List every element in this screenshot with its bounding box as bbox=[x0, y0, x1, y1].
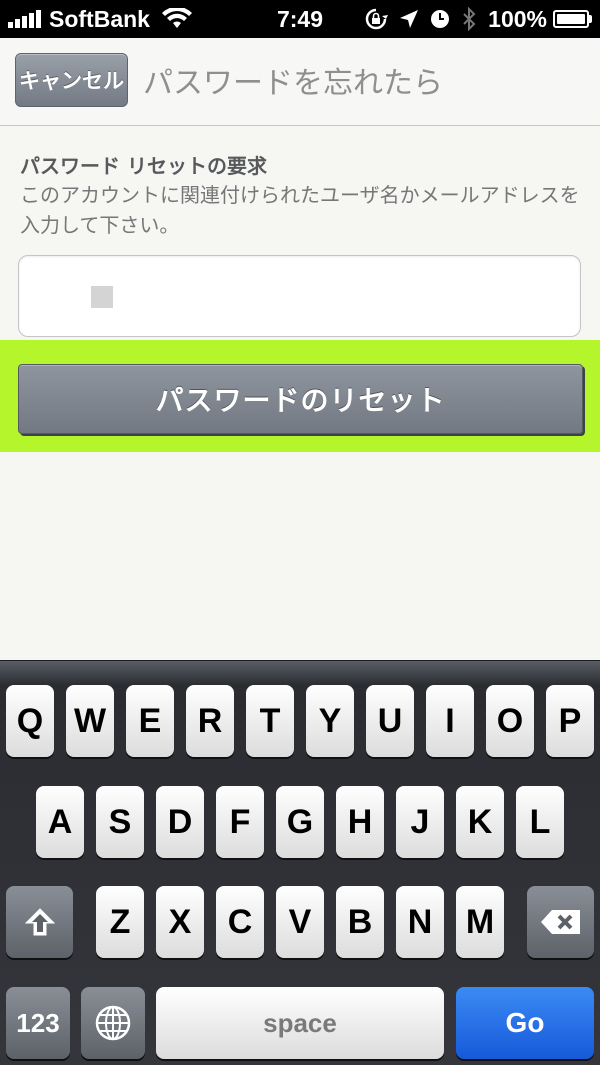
shift-icon bbox=[24, 908, 55, 936]
key-k[interactable]: K bbox=[456, 786, 504, 858]
key-m[interactable]: M bbox=[456, 886, 504, 958]
battery-icon bbox=[553, 10, 592, 28]
key-j[interactable]: J bbox=[396, 786, 444, 858]
backspace-icon bbox=[540, 910, 580, 934]
key-q[interactable]: Q bbox=[6, 685, 54, 757]
key-g[interactable]: G bbox=[276, 786, 324, 858]
key-r[interactable]: R bbox=[186, 685, 234, 757]
keyboard: Q W E R T Y U I O P A S D F G H J K L Z … bbox=[0, 660, 600, 1065]
forgot-password-screen: キャンセル パスワードを忘れたら パスワード リセットの要求 このアカウントに関… bbox=[0, 38, 600, 660]
battery-percent: 100% bbox=[488, 5, 547, 32]
wifi-icon bbox=[161, 8, 192, 28]
rotation-lock-icon bbox=[364, 7, 389, 31]
key-l[interactable]: L bbox=[516, 786, 564, 858]
globe-key[interactable] bbox=[81, 987, 145, 1059]
shift-key[interactable] bbox=[6, 886, 73, 958]
key-i[interactable]: I bbox=[426, 685, 474, 757]
key-d[interactable]: D bbox=[156, 786, 204, 858]
key-x[interactable]: X bbox=[156, 886, 204, 958]
key-a[interactable]: A bbox=[36, 786, 84, 858]
key-f[interactable]: F bbox=[216, 786, 264, 858]
key-z[interactable]: Z bbox=[96, 886, 144, 958]
numbers-key[interactable]: 123 bbox=[6, 987, 70, 1059]
key-p[interactable]: P bbox=[546, 685, 594, 757]
key-o[interactable]: O bbox=[486, 685, 534, 757]
backspace-key[interactable] bbox=[527, 886, 594, 958]
key-n[interactable]: N bbox=[396, 886, 444, 958]
key-v[interactable]: V bbox=[276, 886, 324, 958]
location-icon bbox=[400, 10, 419, 28]
key-w[interactable]: W bbox=[66, 685, 114, 757]
key-y[interactable]: Y bbox=[306, 685, 354, 757]
section-title: パスワード リセットの要求 bbox=[20, 154, 267, 178]
go-key[interactable]: Go bbox=[456, 987, 594, 1059]
carrier-name: SoftBank bbox=[49, 5, 150, 32]
alarm-icon bbox=[430, 9, 450, 29]
key-s[interactable]: S bbox=[96, 786, 144, 858]
key-u[interactable]: U bbox=[366, 685, 414, 757]
signal-icon bbox=[8, 10, 43, 28]
status-time: 7:49 bbox=[276, 5, 324, 32]
key-h[interactable]: H bbox=[336, 786, 384, 858]
status-bar: SoftBank 7:49 100% bbox=[0, 0, 600, 38]
key-t[interactable]: T bbox=[246, 685, 294, 757]
text-cursor-block bbox=[91, 286, 113, 308]
section-description: このアカウントに関連付けられたユーザ名かメールアドレスを入力して下さい。 bbox=[20, 183, 580, 237]
reset-password-button[interactable]: パスワードのリセット bbox=[18, 364, 583, 434]
space-key[interactable]: space bbox=[156, 987, 444, 1059]
page-title: パスワードを忘れたら bbox=[143, 66, 443, 101]
globe-icon bbox=[95, 1005, 131, 1041]
username-or-email-input[interactable] bbox=[18, 255, 581, 337]
bluetooth-icon bbox=[462, 7, 476, 31]
key-e[interactable]: E bbox=[126, 685, 174, 757]
cancel-button[interactable]: キャンセル bbox=[15, 53, 128, 107]
key-c[interactable]: C bbox=[216, 886, 264, 958]
key-b[interactable]: B bbox=[336, 886, 384, 958]
navigation-bar: キャンセル パスワードを忘れたら bbox=[0, 38, 600, 126]
